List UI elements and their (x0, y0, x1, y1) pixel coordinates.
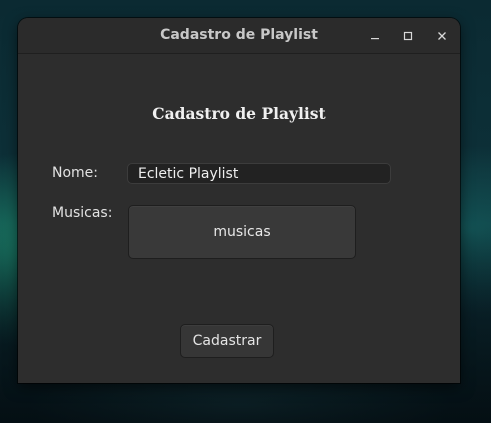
window-title: Cadastro de Playlist (160, 27, 318, 43)
musicas-button-label: musicas (213, 224, 271, 240)
close-icon (438, 32, 446, 40)
app-window: Cadastro de Playlist Cadastro de Playlis… (18, 18, 460, 383)
close-button[interactable] (432, 26, 452, 46)
nome-label: Nome: (52, 165, 99, 181)
maximize-icon (403, 31, 413, 41)
minimize-icon (371, 38, 379, 40)
maximize-button[interactable] (398, 26, 418, 46)
musicas-button[interactable]: musicas (128, 205, 356, 259)
nome-input[interactable] (127, 163, 391, 184)
window-titlebar[interactable]: Cadastro de Playlist (18, 18, 460, 54)
form-heading: Cadastro de Playlist (152, 104, 326, 123)
cadastrar-button-label: Cadastrar (192, 333, 262, 349)
musicas-label: Musicas: (52, 205, 113, 221)
cadastrar-button[interactable]: Cadastrar (180, 324, 274, 358)
minimize-button[interactable] (365, 26, 385, 46)
